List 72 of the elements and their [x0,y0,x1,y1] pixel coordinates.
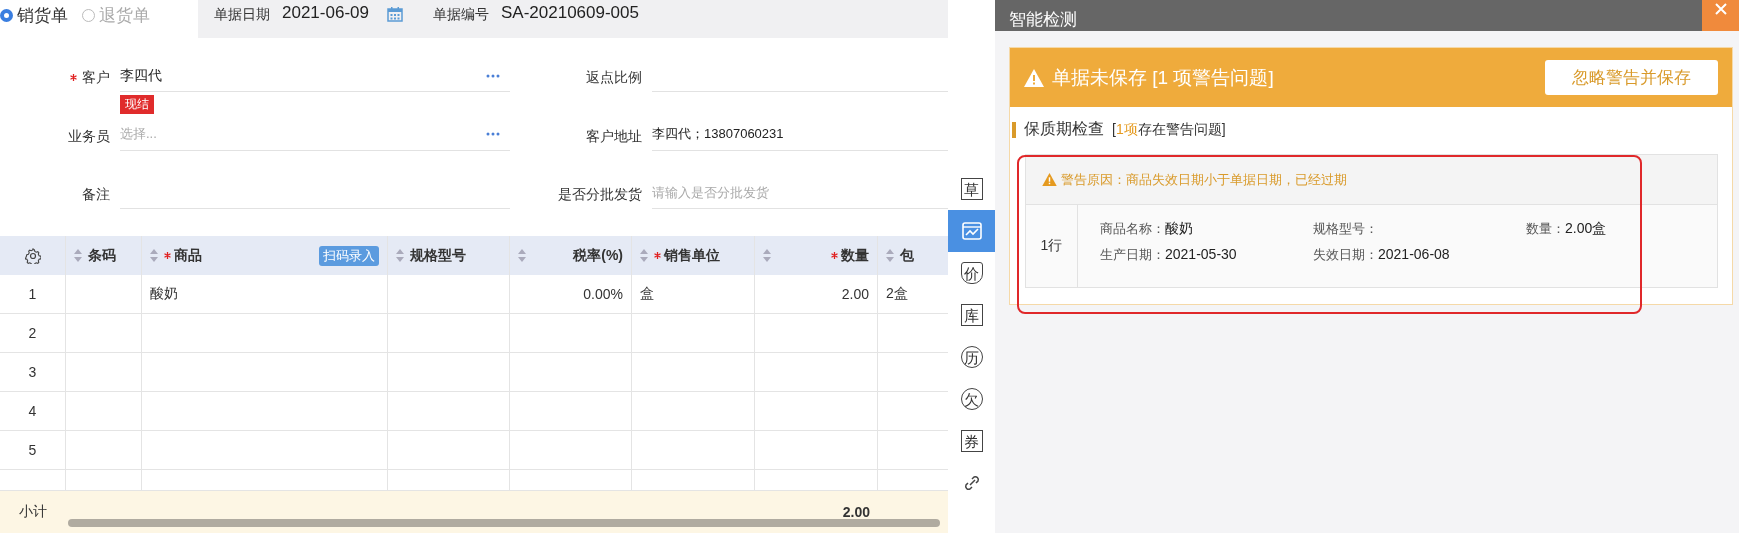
column-header[interactable]: 税率(%) [573,246,623,265]
calendar-icon[interactable] [386,6,403,22]
tool-button[interactable]: 草 [948,168,995,210]
more-icon[interactable] [486,73,500,78]
table-cell: 2盒 [886,285,908,303]
detail-label: 规格型号： [1313,221,1378,236]
sort-icon[interactable] [763,249,771,262]
row-number: 1 [28,286,37,302]
column-header[interactable]: 包 [900,246,914,265]
detail-label: 数量： [1526,221,1565,236]
tool-button[interactable]: 券 [948,420,995,462]
section-title: 保质期检查 [1024,119,1104,139]
table-cell: 2.00 [841,286,869,302]
detail-value: 2021-06-08 [1378,246,1450,262]
sort-icon[interactable] [518,249,526,262]
detail-value: 2.00盒 [1565,220,1607,236]
panel-title: 智能检测 [1008,9,1077,31]
date-label: 单据日期 [214,6,270,24]
warning-icon [1042,173,1057,186]
chart-tool-button[interactable] [948,210,995,252]
order-type-radio[interactable]: 销货单 [0,4,68,27]
chart-icon[interactable] [960,220,983,242]
sort-icon[interactable] [640,249,648,262]
table-cell: 盒 [640,285,654,303]
number-label: 单据编号 [432,6,489,24]
tool-button[interactable]: 价 [948,252,995,294]
column-header[interactable]: 数量 [841,246,869,265]
row-number: 2 [28,325,37,341]
close-icon[interactable] [1713,2,1728,16]
alert-title: 单据未保存 [1 项警告问题] [1052,65,1275,90]
field-label: 客户 [82,69,110,87]
detail-label: 失效日期： [1313,247,1378,262]
sort-icon[interactable] [74,249,82,262]
tool-button[interactable]: 欠 [948,378,995,420]
input-field[interactable]: 李四代；13807060231 [652,118,948,151]
column-header[interactable]: 条码 [88,246,116,265]
tool-button[interactable]: 库 [948,294,995,336]
sort-icon[interactable] [886,249,894,262]
close-button[interactable] [1702,0,1739,31]
field-label: 业务员 [68,127,110,146]
table-cell: 酸奶 [150,285,178,303]
sort-icon[interactable] [396,249,404,262]
detail-value: 酸奶 [1165,220,1193,236]
row-number: 4 [28,403,37,419]
number-value: SA-20210609-005 [500,3,639,23]
row-number: 5 [28,442,37,458]
subtotal-label: 小计 [19,503,47,521]
warning-reason: 警告原因：商品失效日期小于单据日期，已经过期 [1061,170,1347,189]
row-number: 3 [28,364,37,380]
row-number: 1行 [1040,237,1063,255]
input-field[interactable]: 李四代 [120,60,510,92]
detail-label: 生产日期： [1100,247,1165,262]
field-label: 返点比例 [586,69,642,87]
tool-button[interactable]: 历 [948,336,995,378]
column-header[interactable]: 规格型号 [410,246,466,265]
column-header[interactable]: 商品 [174,246,202,265]
sort-icon[interactable] [150,249,158,262]
settlement-tag: 现结 [120,95,154,114]
table-cell: 0.00% [583,286,623,302]
column-header[interactable]: 销售单位 [664,246,720,265]
warning-icon [1024,68,1044,87]
more-icon[interactable] [486,132,500,137]
field-label: 备注 [82,186,110,205]
subtotal-value: 2.00 [842,504,870,520]
settings-icon[interactable] [24,247,41,264]
field-label: 是否分批发货 [558,186,642,205]
date-field[interactable]: 2021-06-09 [282,3,369,23]
field-label: 客户地址 [586,127,642,146]
scrollbar[interactable] [68,519,940,527]
detail-value: 2021-05-30 [1165,246,1237,262]
section-summary: [1项存在警告问题] [1112,120,1226,139]
detail-label: 商品名称： [1100,221,1165,236]
